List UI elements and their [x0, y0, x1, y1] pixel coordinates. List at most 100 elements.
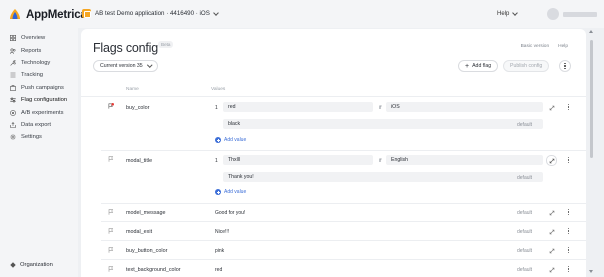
default-value[interactable]: pink — [215, 248, 224, 254]
sidebar-item-data-export[interactable]: Data export — [0, 119, 78, 131]
default-value-input[interactable]: Thank you! — [223, 172, 543, 182]
row-more-button[interactable] — [568, 247, 570, 253]
grid-icon — [10, 35, 16, 42]
kebab-icon — [568, 266, 570, 272]
default-label: default — [517, 267, 533, 273]
add-value-button[interactable]: Add value — [215, 189, 246, 195]
brand-name: AppMetrica — [26, 9, 87, 21]
plus-circle-icon — [215, 137, 221, 143]
flag-value-input[interactable]: red — [223, 102, 373, 112]
default-value-input[interactable]: black — [223, 119, 543, 129]
condition-select[interactable]: iOS — [386, 102, 543, 112]
list-icon — [10, 73, 16, 78]
sidebar-item-label: Data export — [21, 121, 51, 128]
sidebar-item-reports[interactable]: Reports — [0, 44, 78, 56]
flag-name[interactable]: text_background_color — [126, 267, 181, 273]
chevron-down-icon — [146, 62, 152, 68]
flag-name[interactable]: modal_title — [126, 158, 152, 164]
version-select[interactable]: Current version 35 — [93, 60, 159, 72]
top-bar: AppMetrica AB test Demo application · 44… — [0, 0, 604, 28]
kebab-icon — [568, 157, 570, 163]
sidebar-item-settings[interactable]: Settings — [0, 131, 78, 143]
divider — [101, 150, 586, 151]
flag-name[interactable]: buy_button_color — [126, 248, 167, 254]
kebab-icon — [568, 209, 570, 215]
expand-icon[interactable] — [547, 208, 556, 217]
sidebar-item-overview[interactable]: Overview — [0, 32, 78, 44]
plus-circle-icon — [215, 189, 221, 195]
sidebar-item-label: Push campaigns — [21, 84, 64, 91]
app-selector[interactable]: AB test Demo application · 4416490 · iOS — [82, 9, 219, 18]
flag-name[interactable]: model_message — [126, 210, 166, 216]
flag-icon — [108, 228, 114, 234]
expand-icon[interactable] — [546, 155, 557, 166]
flag-name[interactable]: modal_exit — [126, 229, 152, 235]
default-value[interactable]: Nice!!! — [215, 229, 229, 235]
kebab-icon — [568, 247, 570, 253]
flag-icon — [108, 266, 114, 272]
expand-icon[interactable] — [547, 227, 556, 236]
flag-icon — [108, 156, 114, 162]
divider — [101, 221, 586, 222]
condition-select-label: English — [391, 157, 409, 163]
default-label: default — [517, 210, 533, 216]
row-more-button[interactable] — [568, 157, 570, 163]
condition-select[interactable]: English — [386, 155, 543, 165]
app-logo[interactable]: AppMetrica — [8, 8, 87, 22]
page-title: Flags config — [93, 41, 158, 55]
more-options-button[interactable] — [559, 60, 571, 72]
help-label: Help — [497, 11, 510, 17]
sidebar-item-label: Reports — [21, 47, 42, 54]
default-value[interactable]: Good for you! — [215, 210, 245, 216]
expand-icon[interactable] — [547, 265, 556, 274]
plus-icon: + — [465, 62, 470, 70]
sidebar-item-tracking[interactable]: Tracking — [0, 69, 78, 81]
scroll-down-arrow[interactable] — [589, 270, 593, 273]
app-icon — [82, 9, 91, 18]
beta-badge: Beta — [158, 41, 174, 48]
help-menu[interactable]: Help — [497, 10, 519, 17]
flag-name[interactable]: buy_color — [126, 105, 149, 111]
app-selector-label: AB test Demo application · 4416490 · iOS — [95, 10, 210, 17]
kebab-icon — [564, 63, 566, 69]
condition-index: 1 — [215, 158, 218, 164]
sidebar-item-label: Tracking — [21, 72, 44, 79]
row-more-button[interactable] — [568, 104, 570, 110]
row-more-button[interactable] — [568, 228, 570, 234]
user-menu[interactable] — [547, 8, 597, 20]
sidebar-item-technology[interactable]: Technology — [0, 57, 78, 69]
condition-index: 1 — [215, 105, 218, 111]
sidebar-item-label: Settings — [21, 134, 42, 141]
sidebar-item-flag-configuration[interactable]: Flag configuration — [0, 94, 78, 106]
scroll-up-arrow[interactable] — [589, 30, 593, 33]
row-more-button[interactable] — [568, 209, 570, 215]
help-link[interactable]: Help — [558, 44, 568, 49]
gear-icon — [10, 134, 16, 141]
row-more-button[interactable] — [568, 266, 570, 272]
default-value[interactable]: red — [215, 267, 222, 273]
flask-icon — [10, 109, 16, 116]
divider — [101, 240, 586, 241]
basic-version-link[interactable]: Basic version — [521, 44, 550, 49]
column-header-values: Values — [211, 87, 226, 92]
expand-icon[interactable] — [547, 246, 556, 255]
main-panel: Flags config Beta Basic version Help Cur… — [81, 29, 586, 277]
expand-icon[interactable] — [547, 103, 556, 112]
scrollbar-thumb[interactable] — [590, 40, 593, 158]
flag-icon — [108, 209, 114, 215]
default-label: default — [517, 248, 533, 254]
push-icon — [10, 84, 16, 91]
organization-switcher[interactable]: Organization — [10, 262, 53, 268]
sidebar-item-push-campaigns[interactable]: Push campaigns — [0, 82, 78, 94]
add-value-button[interactable]: Add value — [215, 137, 246, 143]
people-icon — [10, 48, 16, 54]
version-select-label: Current version 35 — [100, 63, 143, 69]
wrench-icon — [10, 60, 16, 66]
header-links: Basic version Help — [521, 44, 568, 49]
publish-config-button[interactable]: Publish config — [503, 60, 550, 72]
kebab-icon — [568, 104, 570, 110]
user-name-blurred — [563, 11, 597, 17]
flag-value-input[interactable]: Thxlll — [223, 155, 373, 165]
sidebar-item-ab-experiments[interactable]: A/B experiments — [0, 106, 78, 118]
add-flag-button[interactable]: + Add flag — [458, 60, 499, 72]
